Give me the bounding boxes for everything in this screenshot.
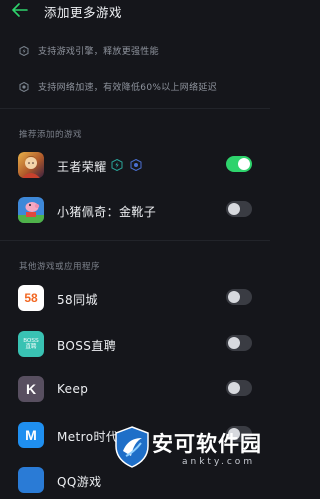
toggle-knob bbox=[228, 203, 240, 215]
toggle-58[interactable] bbox=[226, 289, 252, 305]
watermark-text: 安可软件园 bbox=[152, 431, 262, 456]
app-row-boss[interactable]: BOSS 直聘 BOSS直聘 bbox=[0, 331, 270, 363]
network-icon bbox=[19, 81, 29, 92]
toggle-boss[interactable] bbox=[226, 335, 252, 351]
network-badge-icon bbox=[130, 159, 142, 171]
header-bar: 添加更多游戏 bbox=[0, 0, 270, 20]
app-icon-qqgame bbox=[18, 467, 44, 493]
app-icon-boss: BOSS 直聘 bbox=[18, 331, 44, 357]
app-icon-boss-text: BOSS 直聘 bbox=[23, 338, 39, 350]
app-icon-keep: K bbox=[18, 376, 44, 402]
watermark-url: ankty.com bbox=[182, 457, 256, 467]
app-name-peppa: 小猪佩奇：金靴子 bbox=[57, 205, 157, 219]
toggle-knob bbox=[228, 337, 240, 349]
toggle-knob bbox=[228, 291, 240, 303]
divider bbox=[0, 240, 270, 241]
app-row-keep[interactable]: K Keep bbox=[0, 376, 270, 408]
watermark: 安可软件园 ankty.com bbox=[112, 424, 270, 476]
watermark-logo-icon bbox=[115, 426, 149, 468]
engine-badge-icon bbox=[111, 159, 123, 171]
app-name-58: 58同城 bbox=[57, 293, 98, 307]
app-name-wzry: 王者荣耀 bbox=[57, 160, 107, 174]
app-icon-peppa bbox=[18, 197, 44, 223]
info-engine-text: 支持游戏引擎，释放更强性能 bbox=[38, 47, 159, 57]
app-icon-metro-text: M bbox=[25, 427, 37, 443]
app-icon-58: 58 bbox=[18, 285, 44, 311]
divider bbox=[0, 108, 270, 109]
info-network: 支持网络加速，有效降低60%以上网络延迟 bbox=[19, 80, 217, 93]
app-icon-metro: M bbox=[18, 422, 44, 448]
section-label-recommended: 推荐添加的游戏 bbox=[19, 130, 83, 140]
back-arrow-icon[interactable] bbox=[12, 3, 28, 17]
toggle-wzry[interactable] bbox=[226, 156, 252, 172]
app-icon-wzry bbox=[18, 152, 44, 178]
app-icon-keep-text: K bbox=[25, 381, 37, 397]
app-row-peppa[interactable]: 小猪佩奇：金靴子 bbox=[0, 197, 270, 229]
app-row-58[interactable]: 58 58同城 bbox=[0, 285, 270, 317]
toggle-knob bbox=[228, 382, 240, 394]
toggle-knob bbox=[238, 158, 250, 170]
app-name-metro: Metro时代 bbox=[57, 430, 119, 444]
toggle-peppa[interactable] bbox=[226, 201, 252, 217]
app-row-wzry[interactable]: 王者荣耀 bbox=[0, 152, 270, 184]
app-name-keep: Keep bbox=[57, 382, 89, 396]
toggle-keep[interactable] bbox=[226, 380, 252, 396]
info-network-text: 支持网络加速，有效降低60%以上网络延迟 bbox=[38, 83, 218, 93]
page-title: 添加更多游戏 bbox=[44, 5, 123, 20]
boost-icon bbox=[19, 45, 29, 56]
section-label-others: 其他游戏或应用程序 bbox=[19, 262, 101, 272]
app-name-boss: BOSS直聘 bbox=[57, 339, 117, 353]
info-engine: 支持游戏引擎，释放更强性能 bbox=[19, 44, 159, 57]
app-icon-58-text: 58 bbox=[24, 291, 38, 305]
